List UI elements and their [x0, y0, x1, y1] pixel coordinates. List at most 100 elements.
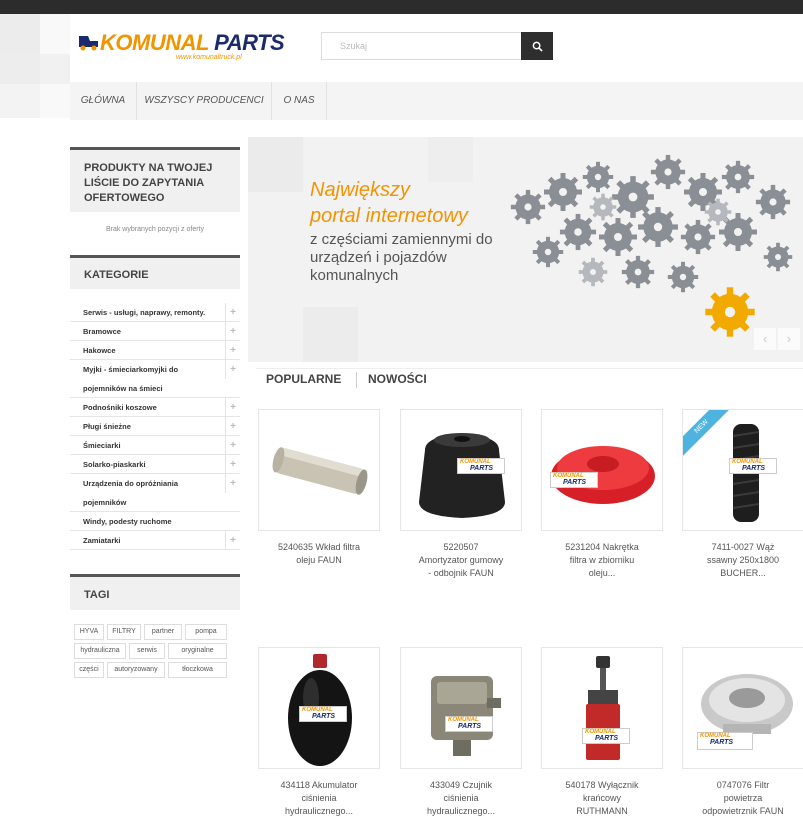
- product-name-line[interactable]: ssawny 250x1800: [676, 554, 803, 567]
- search-button[interactable]: [521, 32, 553, 60]
- product-name-line[interactable]: filtra w zbiorniku: [535, 554, 669, 567]
- category-item[interactable]: Bramowce +: [70, 322, 240, 341]
- gears-illustration: [510, 154, 793, 337]
- tag-link[interactable]: części: [74, 662, 104, 678]
- brand-watermark: KOMUNAL PARTS: [445, 716, 493, 732]
- category-label: Bramowce: [83, 327, 121, 336]
- header-tile: [0, 14, 40, 54]
- tag-link[interactable]: hydrauliczna: [74, 643, 126, 659]
- expand-plus-icon[interactable]: +: [225, 474, 240, 493]
- product-image[interactable]: [258, 409, 380, 531]
- tab-popular[interactable]: Popularne: [266, 372, 341, 386]
- product-image[interactable]: KOMUNAL PARTS: [682, 647, 803, 769]
- watermark-second-text: PARTS: [595, 735, 619, 742]
- category-item[interactable]: Serwis - usługi, naprawy, remonty. +: [70, 303, 240, 322]
- tag-link[interactable]: HYVA: [74, 624, 104, 640]
- category-item[interactable]: Myjki - śmieciarkomyjki do pojemników na…: [70, 360, 240, 398]
- category-item[interactable]: Windy, podesty ruchome: [70, 512, 240, 531]
- product-name[interactable]: 7411-0027 Wąż: [676, 541, 803, 554]
- expand-plus-icon[interactable]: +: [225, 436, 240, 455]
- category-label: Pługi śnieżne: [83, 422, 131, 431]
- nav-item-about[interactable]: O nas: [272, 82, 326, 120]
- product-name-line[interactable]: BUCHER...: [676, 567, 803, 580]
- product-name[interactable]: 5240635 Wkład filtra: [252, 541, 386, 554]
- product-name-line[interactable]: ciśnienia: [394, 792, 528, 805]
- tag-link[interactable]: oryginalne: [168, 643, 227, 659]
- product-name[interactable]: 433049 Czujnik: [394, 779, 528, 792]
- category-label: Windy, podesty ruchome: [83, 517, 172, 526]
- expand-plus-icon[interactable]: +: [225, 341, 240, 360]
- product-image[interactable]: NEW KOMUNAL PARTS: [682, 409, 803, 531]
- category-item[interactable]: Zamiatarki +: [70, 531, 240, 550]
- tag-link[interactable]: tłoczkowa: [168, 662, 227, 678]
- product-name-line[interactable]: ciśnienia: [252, 792, 386, 805]
- brand-watermark: KOMUNAL PARTS: [457, 458, 505, 474]
- product-name[interactable]: 5220507: [394, 541, 528, 554]
- product-name[interactable]: 5231204 Nakrętka: [535, 541, 669, 554]
- tag-link[interactable]: FILTRY: [107, 624, 141, 640]
- watermark-second-text: PARTS: [312, 713, 336, 720]
- banner-tile: [248, 137, 303, 192]
- product-name-line[interactable]: krańcowy: [535, 792, 669, 805]
- tag-link[interactable]: serwis: [129, 643, 165, 659]
- category-item[interactable]: Podnośniki koszowe +: [70, 398, 240, 417]
- category-item[interactable]: Solarko-piaskarki +: [70, 455, 240, 474]
- product-image[interactable]: KOMUNAL PARTS: [258, 647, 380, 769]
- header-tile: [0, 84, 40, 118]
- expand-plus-icon[interactable]: +: [225, 398, 240, 417]
- category-item[interactable]: Śmieciarki +: [70, 436, 240, 455]
- product-name-line[interactable]: odpowietrznik FAUN: [676, 805, 803, 818]
- product-image[interactable]: KOMUNAL PARTS: [541, 647, 663, 769]
- tag-link[interactable]: autoryzowany: [107, 662, 165, 678]
- offer-list-panel: Produkty na Twojej liście do zapytania o…: [70, 147, 240, 212]
- expand-plus-icon[interactable]: +: [225, 417, 240, 436]
- nav-item-producers[interactable]: Wszyscy producenci: [137, 82, 271, 120]
- product-name-line[interactable]: RUTHMANN: [535, 805, 669, 818]
- banner-headline: Największy: [310, 179, 411, 201]
- offer-list-empty: Brak wybranych pozycji z oferty: [70, 212, 240, 248]
- air-filter-breather-image: [701, 674, 793, 734]
- product-name-line[interactable]: oleju FAUN: [252, 554, 386, 567]
- limit-switch-image: [586, 656, 620, 760]
- brand-watermark: KOMUNAL PARTS: [729, 458, 777, 474]
- logo-main-text: KOMUNAL: [100, 30, 209, 55]
- hero-banner[interactable]: Największy portal internetowy z częściam…: [248, 137, 803, 362]
- category-item[interactable]: Hakowce +: [70, 341, 240, 360]
- expand-plus-icon[interactable]: +: [225, 322, 240, 341]
- nav-item-home[interactable]: Główna: [70, 82, 136, 120]
- tab-new[interactable]: Nowości: [368, 372, 427, 386]
- product-name-line[interactable]: hydraulicznego...: [252, 805, 386, 818]
- expand-plus-icon[interactable]: +: [225, 531, 240, 550]
- expand-plus-icon[interactable]: +: [225, 303, 240, 322]
- product-name-line[interactable]: - odbojnik FAUN: [394, 567, 528, 580]
- search-icon: [532, 41, 543, 52]
- category-item[interactable]: Pługi śnieżne +: [70, 417, 240, 436]
- product-name-line[interactable]: oleju...: [535, 567, 669, 580]
- product-name[interactable]: 434118 Akumulator: [252, 779, 386, 792]
- product-name[interactable]: 0747076 Filtr: [676, 779, 803, 792]
- banner-headline-2: portal internetowy: [310, 205, 468, 227]
- watermark-second-text: PARTS: [563, 479, 587, 486]
- product-name-line[interactable]: hydraulicznego...: [394, 805, 528, 818]
- product-name[interactable]: 540178 Wyłącznik: [535, 779, 669, 792]
- product-image[interactable]: KOMUNAL PARTS: [541, 409, 663, 531]
- site-logo[interactable]: KOMUNAL PARTS www.komunaltruck.pl: [78, 30, 285, 66]
- main-nav: Główna Wszyscy producenci O nas: [70, 82, 803, 120]
- expand-plus-icon[interactable]: +: [225, 455, 240, 474]
- watermark-second-text: PARTS: [470, 465, 494, 472]
- slider-next-button[interactable]: ›: [778, 328, 800, 350]
- truck-logo-icon: [79, 36, 98, 51]
- category-item[interactable]: Urządzenia do opróżniania pojemników +: [70, 474, 240, 512]
- tag-link[interactable]: partner: [144, 624, 182, 640]
- expand-plus-icon[interactable]: +: [225, 360, 240, 379]
- product-image[interactable]: KOMUNAL PARTS: [400, 647, 522, 769]
- category-label-cont: pojemników na śmieci: [83, 384, 163, 393]
- product-image[interactable]: KOMUNAL PARTS: [400, 409, 522, 531]
- slider-prev-button[interactable]: ‹: [754, 328, 776, 350]
- tag-link[interactable]: pompa: [185, 624, 227, 640]
- product-name-line[interactable]: Amortyzator gumowy: [394, 554, 528, 567]
- product-name-line[interactable]: powietrza: [676, 792, 803, 805]
- chevron-right-icon: ›: [786, 331, 792, 346]
- search-input[interactable]: Szukaj: [321, 32, 522, 60]
- tags-panel: Tagi: [70, 574, 240, 610]
